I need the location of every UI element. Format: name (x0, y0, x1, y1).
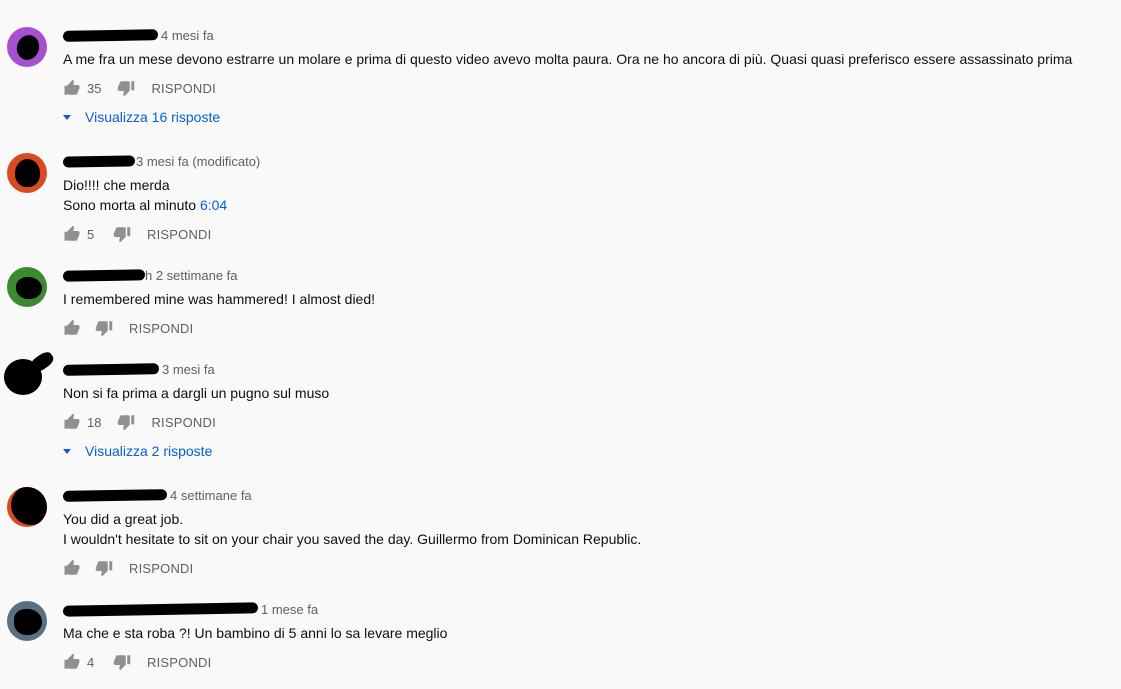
thumb-down-icon[interactable] (113, 653, 131, 671)
comment-time[interactable]: 4 mesi fa (161, 28, 214, 43)
thumb-up-icon[interactable] (63, 413, 81, 431)
view-replies-button[interactable]: Visualizza 16 risposte (63, 107, 220, 127)
thumb-down-icon[interactable] (95, 559, 113, 577)
comment-text: You did a great job. I wouldn't hesitate… (63, 509, 641, 549)
caret-down-icon (63, 114, 71, 120)
reply-button[interactable]: RISPONDI (147, 655, 211, 670)
reply-button[interactable]: RISPONDI (129, 561, 193, 576)
comment-text-line: A me fra un mese devono estrarre un mola… (63, 51, 1073, 67)
avatar[interactable] (7, 27, 47, 67)
comment-text-line: Non si fa prima a dargli un pugno sul mu… (63, 385, 330, 401)
author-name-redacted[interactable] (62, 601, 259, 617)
comment-text: I remembered mine was hammered! I almost… (63, 289, 375, 309)
comment-text-line: Ma che e sta roba ?! Un bambino di 5 ann… (63, 625, 448, 641)
comment-actions: 5 RISPONDI (63, 224, 211, 244)
comment-actions: RISPONDI (63, 558, 193, 578)
like-count: 18 (87, 414, 102, 430)
author-name-redacted[interactable] (62, 28, 159, 42)
avatar[interactable] (7, 153, 47, 193)
avatar[interactable] (2, 349, 56, 399)
thumb-up-icon[interactable] (63, 225, 81, 243)
comment-text-line: I wouldn't hesitate to sit on your chair… (63, 531, 642, 547)
thumb-up-icon[interactable] (63, 319, 81, 337)
thumb-up-icon[interactable] (63, 653, 81, 671)
author-name-redacted[interactable] (62, 154, 136, 168)
avatar[interactable] (7, 601, 47, 641)
comment-header: 3 mesi fa (modificato) (62, 152, 260, 170)
comment-time[interactable]: h 2 settimane fa (145, 268, 238, 283)
comment-text-line: I remembered mine was hammered! I almost… (63, 291, 376, 307)
comment-text: Ma che e sta roba ?! Un bambino di 5 ann… (63, 623, 447, 643)
comment-actions: RISPONDI (63, 318, 193, 338)
like-count: 5 (87, 226, 95, 242)
comment-time[interactable]: 4 settimane fa (170, 488, 252, 503)
comment-actions: 18 RISPONDI (63, 412, 216, 432)
reply-button[interactable]: RISPONDI (151, 415, 215, 430)
comment-header: 4 settimane fa (62, 486, 252, 504)
view-replies-button[interactable]: Visualizza 2 risposte (63, 441, 212, 461)
author-name-redacted[interactable] (62, 488, 168, 502)
timestamp-link[interactable]: 6:04 (200, 197, 227, 213)
comments-section: 4 mesi fa A me fra un mese devono estrar… (0, 0, 1121, 689)
comment-time[interactable]: 3 mesi fa (modificato) (136, 154, 260, 169)
comment-text: Non si fa prima a dargli un pugno sul mu… (63, 383, 329, 403)
thumb-down-icon[interactable] (117, 79, 135, 97)
author-name-redacted[interactable] (62, 268, 146, 282)
comment-header: 1 mese fa (62, 600, 318, 618)
reply-button[interactable]: RISPONDI (147, 227, 211, 242)
like-count: 4 (87, 654, 95, 670)
view-replies-label: Visualizza 16 risposte (85, 109, 221, 125)
comment-text-prefix: Sono morta al minuto (63, 197, 200, 213)
caret-down-icon (63, 448, 71, 454)
comment-time[interactable]: 3 mesi fa (162, 362, 215, 377)
reply-button[interactable]: RISPONDI (129, 321, 193, 336)
thumb-down-icon[interactable] (117, 413, 135, 431)
comment-actions: 35 RISPONDI (63, 78, 216, 98)
comment-header: h 2 settimane fa (62, 266, 238, 284)
avatar[interactable] (7, 487, 47, 527)
thumb-up-icon[interactable] (63, 559, 81, 577)
author-name-redacted[interactable] (62, 362, 160, 376)
comment-text: Dio!!!! che merda Sono morta al minuto 6… (63, 175, 227, 215)
comment-text-line: Sono morta al minuto 6:04 (63, 195, 227, 215)
comment-header: 4 mesi fa (62, 26, 214, 44)
reply-button[interactable]: RISPONDI (151, 81, 215, 96)
comment-header: 3 mesi fa (62, 360, 215, 378)
like-count: 35 (87, 80, 102, 96)
comment-text-line: You did a great job. (63, 511, 184, 527)
comment-text: A me fra un mese devono estrarre un mola… (63, 49, 1072, 69)
comment-time[interactable]: 1 mese fa (261, 602, 318, 617)
thumb-down-icon[interactable] (95, 319, 113, 337)
comment-actions: 4 RISPONDI (63, 652, 211, 672)
thumb-down-icon[interactable] (113, 225, 131, 243)
comment-text-line: Dio!!!! che merda (63, 177, 170, 193)
view-replies-label: Visualizza 2 risposte (85, 443, 213, 459)
avatar[interactable] (7, 267, 47, 307)
thumb-up-icon[interactable] (63, 79, 81, 97)
